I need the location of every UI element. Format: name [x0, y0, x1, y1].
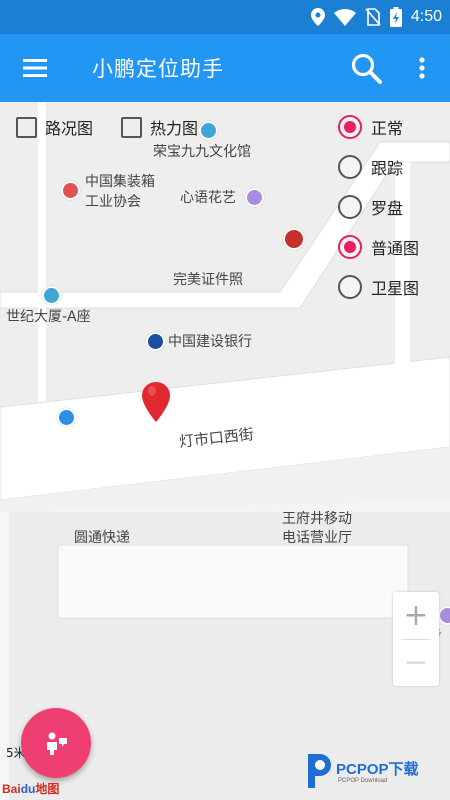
- more-options-button[interactable]: [404, 48, 440, 88]
- radio-circle[interactable]: [338, 115, 362, 139]
- checkbox-box[interactable]: [16, 116, 37, 138]
- status-icons: 4:50: [310, 6, 442, 28]
- poi-wangfujing-line2[interactable]: 电话营业厅: [282, 528, 352, 548]
- mode-radio-normal[interactable]: 正常: [338, 113, 403, 141]
- radio-label: 普通图: [371, 239, 420, 258]
- poi-rongbao[interactable]: 荣宝九九文化馆: [153, 142, 251, 162]
- watermark-sub: PCPOP Download: [338, 778, 388, 784]
- location-icon: [310, 8, 325, 26]
- app-title: 小鹏定位助手: [92, 57, 224, 81]
- poi-wangfujing-line1[interactable]: 王府井移动: [282, 509, 352, 529]
- zoom-in-button[interactable]: +: [393, 592, 439, 639]
- search-button[interactable]: [344, 48, 388, 88]
- shop-poi-icon[interactable]: [438, 606, 450, 625]
- poi-ccb[interactable]: 中国建设银行: [168, 332, 252, 352]
- location-marker-icon[interactable]: [142, 382, 170, 422]
- status-time: 4:50: [410, 8, 442, 25]
- watermark-brand: PCPOP下载: [336, 761, 419, 778]
- search-icon: [351, 53, 382, 84]
- zoom-out-button[interactable]: −: [393, 639, 439, 686]
- pcpop-logo-icon: [308, 754, 331, 788]
- status-bar: 4:50: [0, 0, 450, 34]
- radio-label: 正常: [371, 119, 404, 138]
- museum-poi-icon[interactable]: [199, 121, 218, 140]
- radio-label: 罗盘: [371, 199, 404, 218]
- person-pin-icon: [47, 732, 67, 755]
- app-bar: 小鹏定位助手: [0, 34, 450, 102]
- baidu-map-logo: Baidu地图: [2, 782, 60, 796]
- mode-radio-follow[interactable]: 跟踪: [338, 153, 403, 181]
- zoom-divider: [401, 639, 431, 640]
- shop-poi-icon[interactable]: [245, 188, 264, 207]
- poi-wanmei[interactable]: 完美证件照: [173, 270, 243, 290]
- checkbox-label: 热力图: [150, 119, 199, 138]
- checkbox-box[interactable]: [121, 116, 142, 138]
- poi-shiji[interactable]: 世纪大厦-A座: [6, 307, 91, 327]
- no-sim-icon: [365, 8, 381, 26]
- checkbox-label: 路况图: [45, 119, 94, 138]
- radio-circle[interactable]: [338, 235, 362, 259]
- bank-poi-icon[interactable]: [146, 332, 165, 351]
- zoom-control: + −: [393, 592, 439, 686]
- heatmap-layer-checkbox[interactable]: 热力图: [121, 114, 198, 140]
- poi-xinyu[interactable]: 心语花艺: [180, 188, 236, 208]
- radio-label: 卫星图: [371, 279, 420, 298]
- menu-button[interactable]: [14, 48, 56, 88]
- parking-poi-icon[interactable]: [57, 408, 76, 427]
- wifi-icon: [333, 8, 356, 26]
- radio-circle[interactable]: [338, 275, 362, 299]
- radio-circle[interactable]: [338, 155, 362, 179]
- poi-container-assoc-line2[interactable]: 工业协会: [85, 192, 141, 212]
- building-poi-icon[interactable]: [42, 286, 61, 305]
- locate-fab-button[interactable]: [21, 708, 91, 778]
- maptype-radio-normal[interactable]: 普通图: [338, 233, 419, 261]
- battery-charging-icon: [389, 7, 402, 27]
- radio-label: 跟踪: [371, 159, 404, 178]
- menu-icon: [23, 59, 47, 77]
- poi-container-assoc-line1[interactable]: 中国集装箱: [85, 172, 155, 192]
- radio-circle[interactable]: [338, 195, 362, 219]
- traffic-layer-checkbox[interactable]: 路况图: [16, 114, 93, 140]
- map-view[interactable]: 荣宝九九文化馆 中国集装箱 工业协会 心语花艺 完美证件照 世纪大厦-A座 中国…: [0, 102, 450, 800]
- pcpop-watermark: PCPOP下载 PCPOP Download: [304, 750, 446, 794]
- restaurant-poi-icon[interactable]: [283, 228, 305, 250]
- maptype-radio-satellite[interactable]: 卫星图: [338, 273, 419, 301]
- poi-yuantong[interactable]: 圆通快递: [74, 528, 130, 548]
- association-poi-icon[interactable]: [61, 181, 80, 200]
- more-vert-icon: [419, 57, 425, 79]
- mode-radio-compass[interactable]: 罗盘: [338, 193, 403, 221]
